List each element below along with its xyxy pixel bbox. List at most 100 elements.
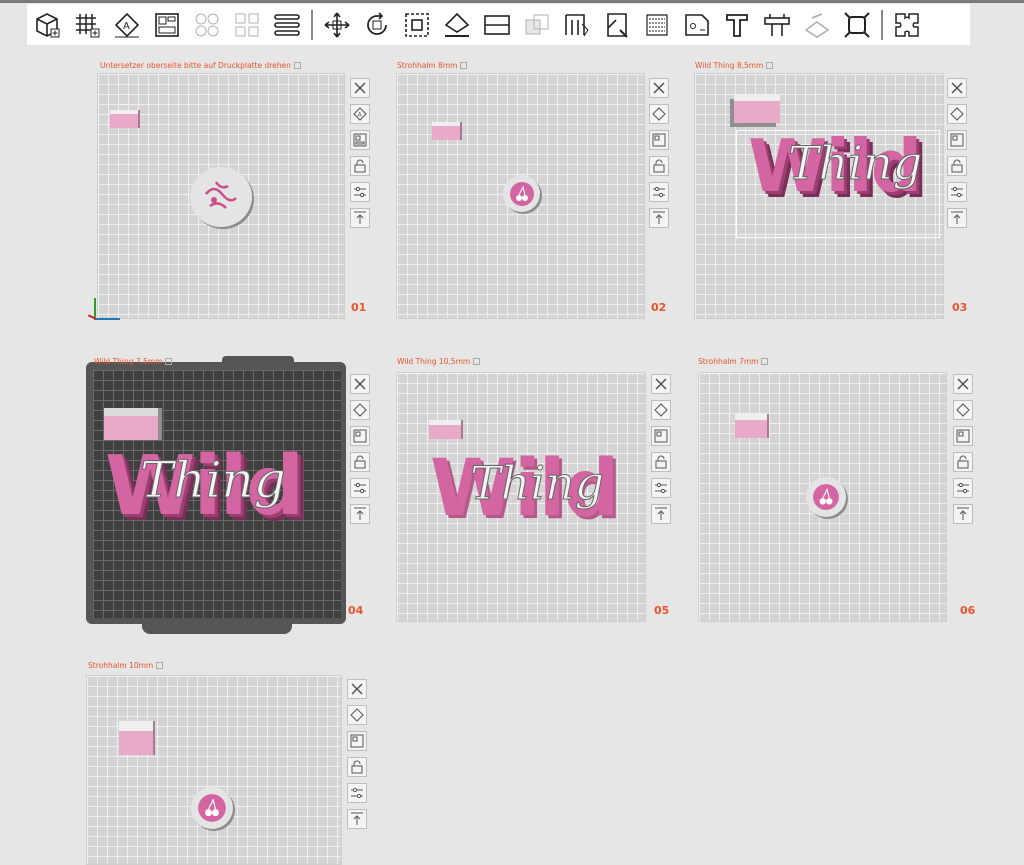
plate-2-actions [649,78,669,228]
edit-icon[interactable] [460,62,468,69]
coaster-model[interactable] [806,477,846,517]
close-icon[interactable] [651,374,671,394]
edit-icon[interactable] [156,662,164,669]
move-to-top-icon[interactable] [649,208,669,228]
toolbar-separator [881,9,883,40]
move-icon[interactable] [317,7,357,43]
thing-model[interactable]: Thing [469,460,604,507]
straw-model[interactable] [119,721,153,755]
arrange-icon[interactable] [147,7,187,43]
move-to-top-icon[interactable] [953,504,973,524]
edit-icon[interactable] [165,358,173,365]
move-to-top-icon[interactable] [651,504,671,524]
add-cube-icon[interactable] [27,7,67,43]
plate-2-title[interactable]: Strohhalm 8mm [397,61,468,70]
straw-model[interactable] [110,110,138,128]
move-to-top-icon[interactable] [350,208,370,228]
main-toolbar: A [27,4,970,45]
auto-orient-icon[interactable]: A [107,7,147,43]
move-to-top-icon[interactable] [947,208,967,228]
edit-icon[interactable] [293,62,301,69]
settings-icon[interactable] [947,182,967,202]
arrange-icon[interactable] [350,426,370,446]
layers-icon[interactable] [267,7,307,43]
coaster-model[interactable] [191,787,233,829]
plate-7-title[interactable]: Strohhalm 10mm [88,661,164,670]
arrange-icon[interactable] [347,731,367,751]
arrange-icon[interactable] [649,130,669,150]
lock-icon[interactable] [649,156,669,176]
arrange-icon[interactable] [953,426,973,446]
settings-icon[interactable] [350,478,370,498]
cut-icon[interactable] [477,7,517,43]
plate-4-handle [142,622,292,634]
plate-number: 05 [654,604,670,617]
plate-7-bed[interactable] [86,675,342,865]
close-icon[interactable] [649,78,669,98]
settings-icon[interactable] [649,182,669,202]
seam-paint-icon[interactable] [597,7,637,43]
close-icon[interactable] [350,78,370,98]
settings-icon[interactable] [350,182,370,202]
lay-on-face-icon[interactable] [437,7,477,43]
arrange-icon[interactable] [947,130,967,150]
svg-text:A: A [358,112,363,119]
edit-icon[interactable] [761,358,769,365]
auto-orient-icon[interactable] [947,104,967,124]
measure-icon[interactable] [677,7,717,43]
thing-model[interactable]: Thing [140,455,287,506]
scale-icon[interactable] [397,7,437,43]
assembly-icon[interactable] [757,7,797,43]
settings-icon[interactable] [347,783,367,803]
arrange-icon[interactable] [651,426,671,446]
emboss-icon[interactable] [797,7,837,43]
auto-orient-icon[interactable] [347,705,367,725]
split-parts-icon[interactable] [227,7,267,43]
edit-icon[interactable] [473,358,481,365]
support-paint-icon[interactable] [557,7,597,43]
edit-icon[interactable] [766,62,774,69]
close-icon[interactable] [947,78,967,98]
fit-icon[interactable] [837,7,877,43]
straw-model[interactable] [734,95,780,123]
plate-4-title[interactable]: Wild Thing 7,5mm [94,357,173,366]
auto-orient-icon[interactable] [651,400,671,420]
plate-title-label: Wild Thing 10,5mm [397,357,471,366]
close-icon[interactable] [350,374,370,394]
plate-6-title[interactable]: Strohhalm 7mm [698,357,769,366]
puzzle-icon[interactable] [887,7,927,43]
plate-3-title[interactable]: Wild Thing 8,5mm [695,61,774,70]
fuzzy-skin-icon[interactable] [637,7,677,43]
straw-model[interactable] [104,408,158,440]
move-to-top-icon[interactable] [347,809,367,829]
close-icon[interactable] [953,374,973,394]
auto-orient-icon[interactable] [649,104,669,124]
close-icon[interactable] [347,679,367,699]
lock-icon[interactable] [350,452,370,472]
add-plate-icon[interactable] [67,7,107,43]
auto-orient-icon[interactable]: A [350,104,370,124]
split-objects-icon[interactable] [187,7,227,43]
lock-icon[interactable] [947,156,967,176]
coaster-model[interactable] [503,175,540,212]
settings-icon[interactable] [953,478,973,498]
lock-icon[interactable] [953,452,973,472]
lock-icon[interactable] [347,757,367,777]
boolean-icon[interactable] [517,7,557,43]
lock-icon[interactable] [651,452,671,472]
rotate-icon[interactable] [357,7,397,43]
coaster-model[interactable] [190,167,252,227]
plate-1-title[interactable]: Untersetzer oberseite bitte auf Druckpla… [100,61,301,70]
straw-model[interactable] [432,122,460,140]
move-to-top-icon[interactable] [350,504,370,524]
auto-orient-icon[interactable] [350,400,370,420]
thing-model[interactable]: Thing [787,140,922,187]
lock-icon[interactable] [350,156,370,176]
plate-5-title[interactable]: Wild Thing 10,5mm [397,357,481,366]
arrange-icon[interactable] [350,130,370,150]
straw-model[interactable] [429,420,461,439]
straw-model[interactable] [735,414,767,438]
settings-icon[interactable] [651,478,671,498]
auto-orient-icon[interactable] [953,400,973,420]
text-icon[interactable] [717,7,757,43]
